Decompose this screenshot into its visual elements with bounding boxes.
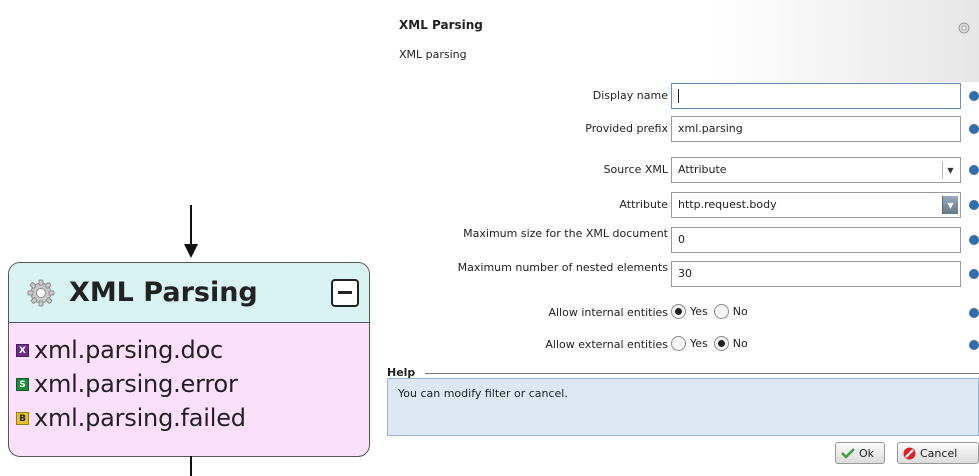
source-xml-value: Attribute bbox=[678, 163, 727, 176]
outgoing-connector bbox=[190, 456, 192, 476]
ok-button[interactable]: Ok bbox=[835, 442, 885, 464]
flow-canvas: XML Parsing X xml.parsing.doc S xml.pars… bbox=[0, 0, 380, 476]
allow-external-yes-radio[interactable] bbox=[671, 336, 686, 351]
panel-header: XML Parsing XML parsing bbox=[387, 0, 979, 82]
provided-prefix-label: Provided prefix bbox=[585, 122, 668, 135]
info-icon[interactable] bbox=[969, 269, 979, 279]
attribute-label: Attribute bbox=[619, 198, 668, 211]
gear-icon bbox=[25, 277, 57, 309]
output-row-doc[interactable]: X xml.parsing.doc bbox=[16, 333, 369, 367]
source-xml-label: Source XML bbox=[603, 163, 668, 176]
row-attribute: Attribute http.request.body ▼ bbox=[387, 192, 979, 218]
provided-prefix-value: xml.parsing bbox=[678, 122, 743, 135]
info-icon[interactable] bbox=[969, 91, 979, 101]
properties-panel: XML Parsing XML parsing Display name Pro… bbox=[387, 0, 979, 476]
xml-type-badge: X bbox=[16, 343, 29, 357]
incoming-connector bbox=[190, 205, 192, 247]
output-row-failed[interactable]: B xml.parsing.failed bbox=[16, 401, 369, 435]
provided-prefix-input[interactable]: xml.parsing bbox=[671, 116, 961, 142]
node-outputs: X xml.parsing.doc S xml.parsing.error B … bbox=[9, 323, 369, 435]
allow-internal-yes-radio[interactable] bbox=[671, 304, 686, 319]
allow-internal-label: Allow internal entities bbox=[548, 306, 668, 319]
info-icon[interactable] bbox=[969, 235, 979, 245]
info-icon[interactable] bbox=[969, 340, 979, 350]
help-box: You can modify filter or cancel. bbox=[387, 378, 979, 436]
info-icon[interactable] bbox=[969, 124, 979, 134]
info-icon[interactable] bbox=[969, 308, 979, 318]
row-max-nested: Maximum number of nested elements 30 bbox=[387, 261, 979, 287]
max-nested-label: Maximum number of nested elements bbox=[457, 261, 668, 274]
allow-external-label: Allow external entities bbox=[545, 338, 668, 351]
string-type-badge: S bbox=[16, 377, 29, 391]
max-size-value: 0 bbox=[678, 233, 685, 246]
attribute-select[interactable]: http.request.body ▼ bbox=[671, 192, 961, 218]
help-divider bbox=[425, 373, 979, 374]
radio-label-yes: Yes bbox=[690, 337, 708, 350]
chevron-down-icon[interactable]: ▼ bbox=[942, 196, 958, 214]
row-provided-prefix: Provided prefix xml.parsing bbox=[387, 116, 979, 142]
row-max-size: Maximum size for the XML document 0 bbox=[387, 227, 979, 253]
info-icon[interactable] bbox=[969, 165, 979, 175]
panel-subtitle: XML parsing bbox=[399, 48, 467, 61]
panel-title: XML Parsing bbox=[399, 18, 483, 32]
allow-external-no-radio[interactable] bbox=[713, 336, 729, 351]
collapse-button[interactable] bbox=[331, 278, 359, 307]
node-title: XML Parsing bbox=[69, 277, 258, 308]
max-nested-input[interactable]: 30 bbox=[671, 261, 961, 287]
radio-label-yes: Yes bbox=[690, 305, 708, 318]
xml-parsing-node[interactable]: XML Parsing X xml.parsing.doc S xml.pars… bbox=[8, 262, 370, 457]
help-text: You can modify filter or cancel. bbox=[398, 387, 568, 400]
radio-label-no: No bbox=[732, 337, 748, 350]
incoming-arrow-head bbox=[184, 244, 198, 258]
display-name-input[interactable] bbox=[671, 83, 961, 109]
allow-external-radio-group: Yes No bbox=[671, 336, 754, 351]
text-caret bbox=[678, 89, 679, 103]
allow-internal-no-radio[interactable] bbox=[713, 304, 729, 319]
display-name-label: Display name bbox=[592, 89, 668, 102]
chevron-down-icon[interactable]: ▼ bbox=[942, 161, 958, 179]
row-allow-external: Allow external entities Yes No bbox=[387, 332, 979, 358]
max-nested-value: 30 bbox=[678, 267, 692, 280]
gear-icon bbox=[957, 20, 971, 39]
cancel-button[interactable]: Cancel bbox=[897, 442, 979, 464]
source-xml-select[interactable]: Attribute ▼ bbox=[671, 157, 961, 183]
allow-internal-radio-group: Yes No bbox=[671, 304, 754, 319]
output-label: xml.parsing.doc bbox=[34, 336, 224, 364]
info-icon[interactable] bbox=[969, 200, 979, 210]
radio-label-no: No bbox=[732, 305, 748, 318]
row-allow-internal: Allow internal entities Yes No bbox=[387, 300, 979, 326]
output-row-error[interactable]: S xml.parsing.error bbox=[16, 367, 369, 401]
cancel-label: Cancel bbox=[920, 446, 958, 460]
cancel-icon bbox=[903, 447, 916, 460]
ok-label: Ok bbox=[859, 446, 875, 460]
checkmark-icon bbox=[841, 447, 855, 459]
node-header[interactable]: XML Parsing bbox=[9, 263, 369, 323]
max-size-input[interactable]: 0 bbox=[671, 227, 961, 253]
attribute-value: http.request.body bbox=[678, 198, 777, 211]
output-label: xml.parsing.failed bbox=[34, 404, 246, 432]
row-display-name: Display name bbox=[387, 83, 979, 109]
boolean-type-badge: B bbox=[16, 411, 29, 425]
row-source-xml: Source XML Attribute ▼ bbox=[387, 157, 979, 183]
output-label: xml.parsing.error bbox=[34, 370, 238, 398]
max-size-label: Maximum size for the XML document bbox=[463, 227, 668, 240]
minus-icon bbox=[338, 291, 352, 294]
